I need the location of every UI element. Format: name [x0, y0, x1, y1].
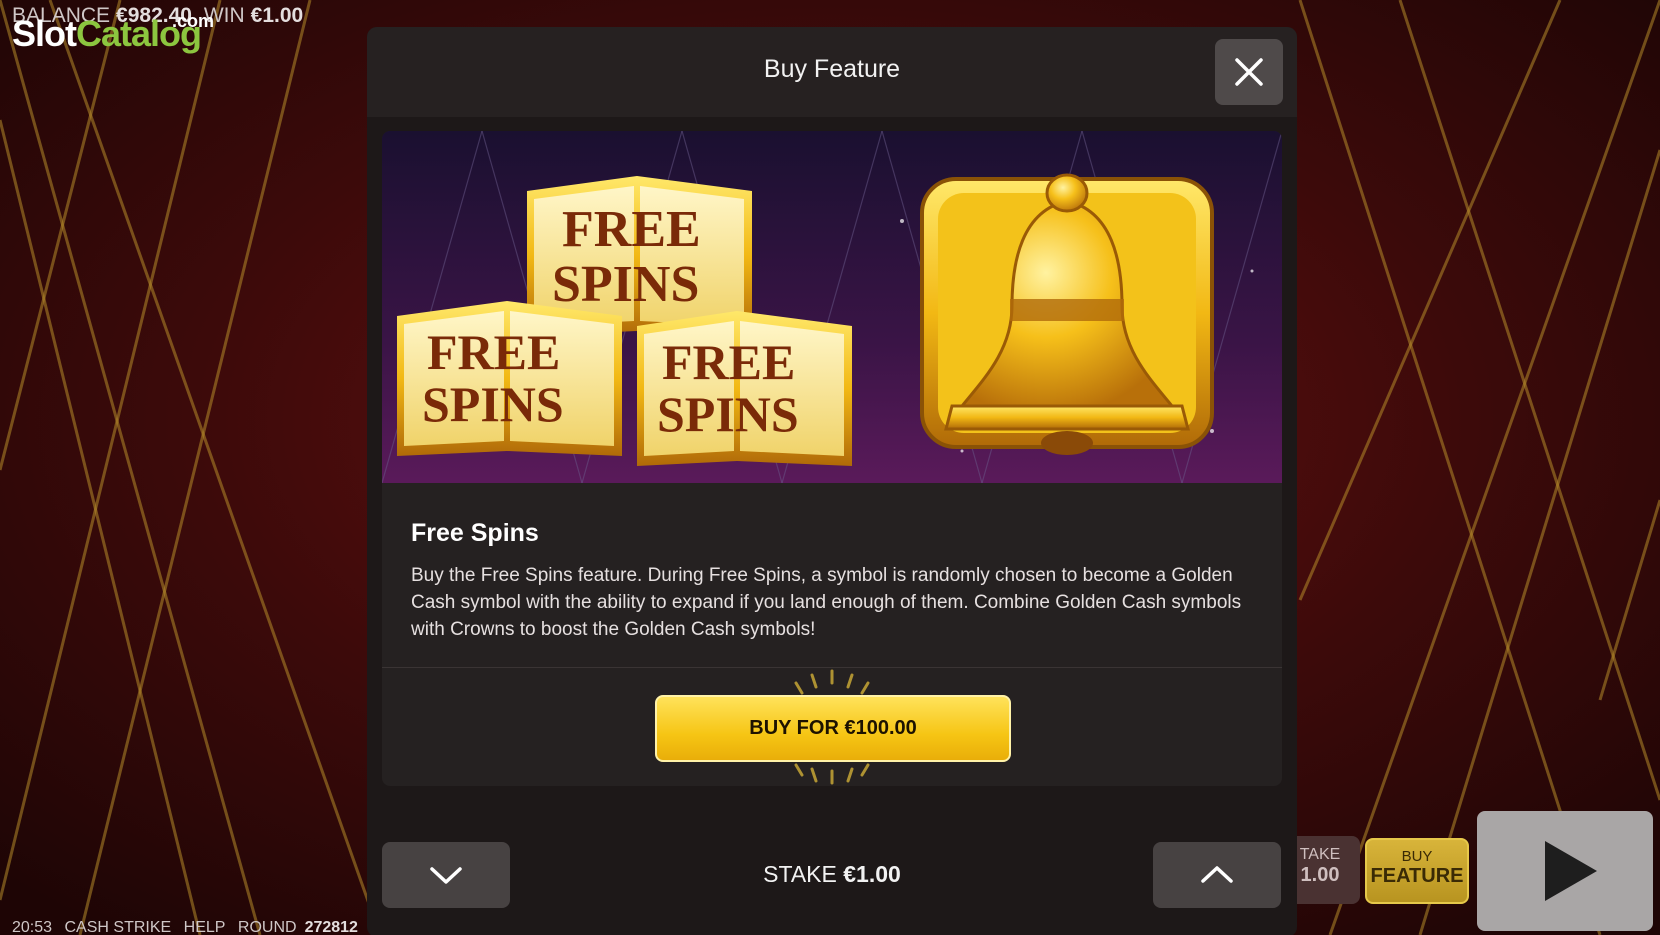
help-link[interactable]: HELP — [184, 919, 226, 935]
buy-confirm-button[interactable]: BUY FOR €100.00 — [655, 695, 1011, 762]
bottom-hud: 20:53 CASH STRIKE HELP ROUND 272812 — [12, 919, 366, 935]
close-icon — [1235, 58, 1263, 86]
modal-header: Buy Feature — [367, 27, 1297, 117]
round-label: ROUND — [237, 919, 297, 935]
stake-label: STAKE — [763, 861, 837, 887]
buy-feature-button[interactable]: BUY FEATURE — [1365, 838, 1469, 904]
stake-increase-button[interactable] — [1153, 842, 1281, 908]
buy-feature-line2: FEATURE — [1370, 865, 1464, 887]
watermark-part1: Slot — [12, 13, 77, 54]
feature-card: FREE SPINS FREE SPINS FREE SPINS Free Sp… — [382, 131, 1282, 786]
play-icon — [1545, 841, 1597, 901]
close-button[interactable] — [1215, 39, 1283, 105]
game-name: CASH STRIKE — [64, 919, 172, 935]
button-sparkle-decoration — [794, 669, 870, 785]
chevron-up-icon — [1201, 866, 1233, 883]
round-value: 272812 — [304, 919, 358, 935]
win-value: €1.00 — [250, 4, 304, 27]
spin-button[interactable] — [1477, 811, 1653, 931]
watermark-part3: .com — [172, 11, 215, 31]
watermark-logo: SlotCatalog .com — [12, 11, 214, 55]
buy-feature-modal: Buy Feature FREE SPINS FREE SPINS FREE S… — [367, 27, 1297, 935]
modal-title: Buy Feature — [763, 55, 901, 83]
stake-value: €1.00 — [843, 861, 901, 887]
buy-feature-line1: BUY — [1401, 848, 1433, 865]
clock-time: 20:53 — [12, 919, 53, 935]
